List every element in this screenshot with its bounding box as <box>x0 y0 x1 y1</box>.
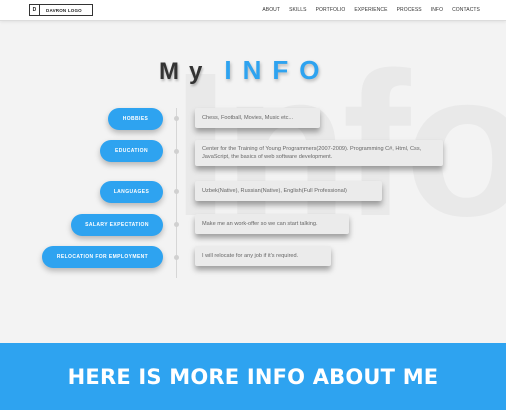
relocation-card: I will relocate for any job if it's requ… <box>195 246 331 266</box>
hobbies-pill[interactable]: HOBBIES <box>108 108 163 130</box>
education-text: Center for the Training of Young Program… <box>202 146 422 160</box>
nav-contacts[interactable]: CONTACTS <box>452 7 480 13</box>
relocation-text: I will relocate for any job if it's requ… <box>202 253 299 259</box>
timeline-dot <box>174 189 179 194</box>
nav-info[interactable]: INFO <box>431 7 443 13</box>
nav-skills[interactable]: SKILLS <box>289 7 307 13</box>
heading-my: My <box>159 58 213 85</box>
education-card: Center for the Training of Young Program… <box>195 140 443 166</box>
logo-mark: D <box>30 5 40 15</box>
nav-about[interactable]: ABOUT <box>262 7 280 13</box>
nav-portfolio[interactable]: PORTFOLIO <box>316 7 346 13</box>
languages-pill[interactable]: LANGUAGES <box>100 181 163 203</box>
languages-card: Uzbek(Native), Russian(Native), English(… <box>195 181 382 201</box>
heading-info: INFO <box>224 55 331 85</box>
languages-text: Uzbek(Native), Russian(Native), English(… <box>202 188 347 194</box>
salary-expectation-card: Make me an work-offer so we can start ta… <box>195 214 349 234</box>
logo-text: DAVRON LOGO <box>46 7 82 13</box>
timeline-dot <box>174 222 179 227</box>
site-logo[interactable]: D DAVRON LOGO <box>29 4 93 16</box>
nav-experience[interactable]: EXPERIENCE <box>354 7 387 13</box>
hobbies-text: Chess, Football, Movies, Music etc... <box>202 115 294 121</box>
education-pill[interactable]: EDUCATION <box>100 140 163 162</box>
section-heading: My INFO <box>159 55 330 86</box>
banner-title: HERE IS MORE INFO ABOUT ME <box>67 364 439 389</box>
top-navbar: D DAVRON LOGO ABOUT SKILLS PORTFOLIO EXP… <box>0 0 506 21</box>
timeline-dot <box>174 255 179 260</box>
main-nav: ABOUT SKILLS PORTFOLIO EXPERIENCE PROCES… <box>262 7 480 13</box>
timeline-dot <box>174 149 179 154</box>
relocation-pill[interactable]: RELOCATION FOR EMPLOYMENT <box>42 246 163 268</box>
more-info-banner: HERE IS MORE INFO ABOUT ME <box>0 343 506 410</box>
hobbies-card: Chess, Football, Movies, Music etc... <box>195 108 320 128</box>
nav-process[interactable]: PROCESS <box>397 7 422 13</box>
salary-expectation-pill[interactable]: SALARY EXPECTATION <box>71 214 163 236</box>
salary-expectation-text: Make me an work-offer so we can start ta… <box>202 221 318 227</box>
timeline-dot <box>174 116 179 121</box>
